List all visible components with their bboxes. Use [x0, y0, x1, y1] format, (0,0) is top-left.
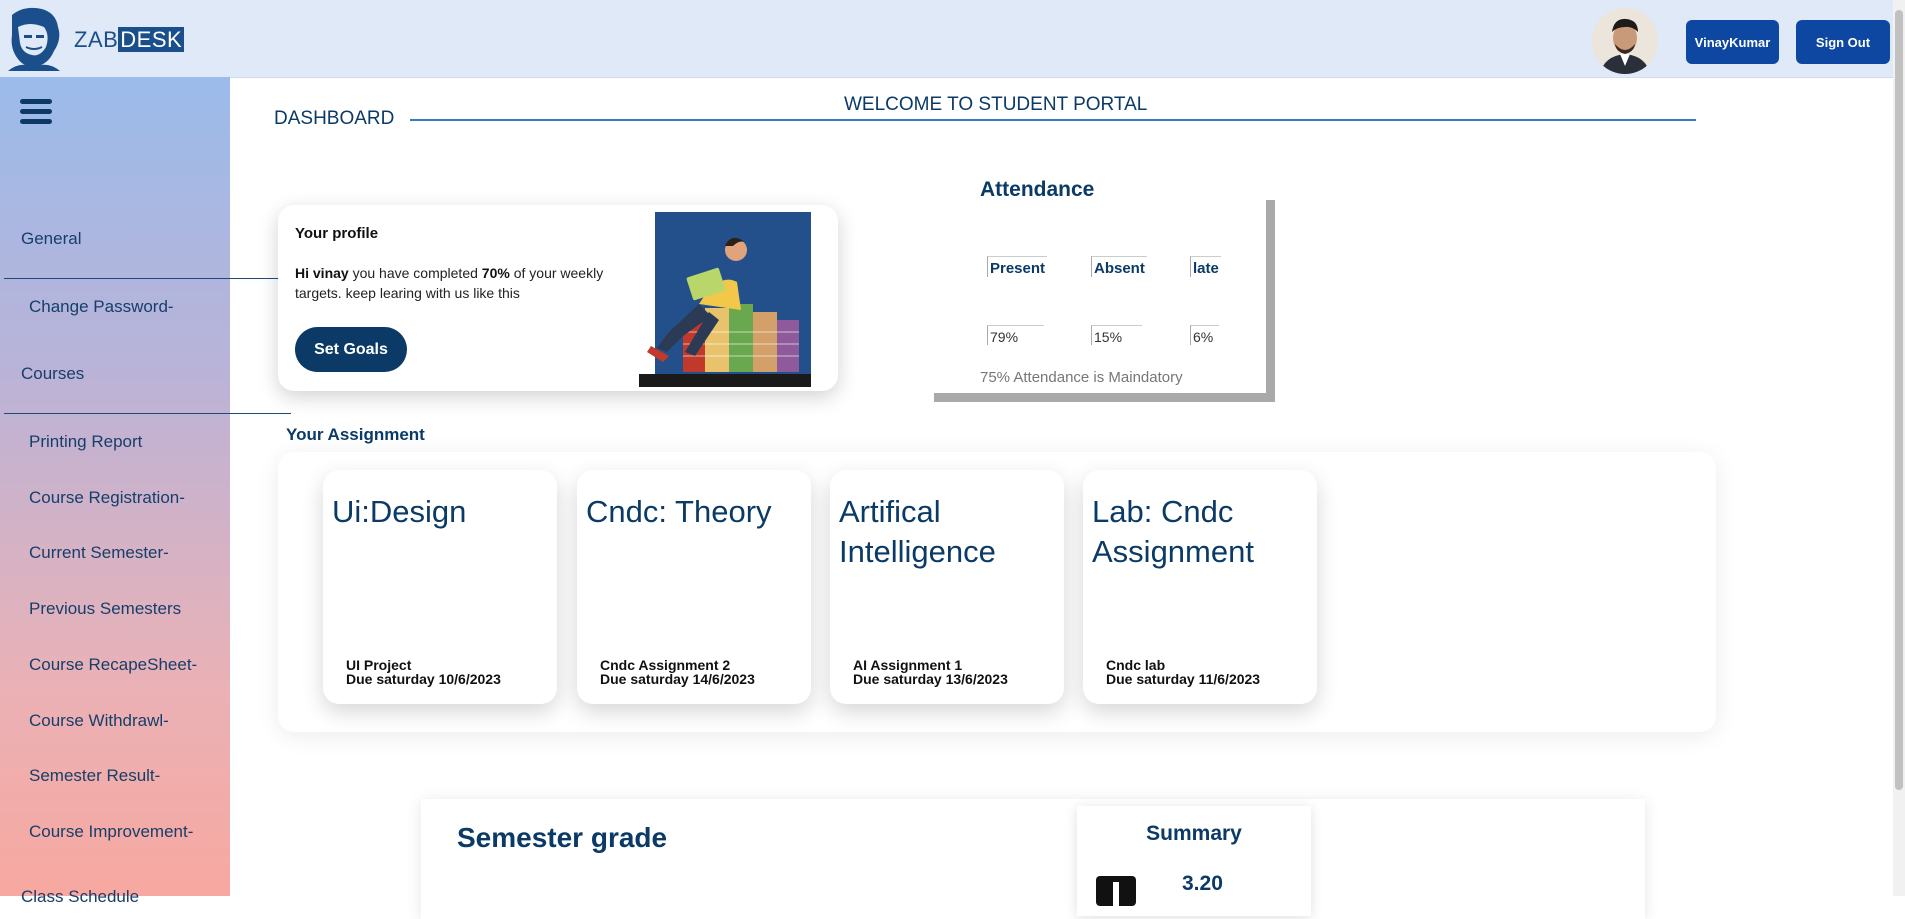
zabdesk-logo[interactable]: ZABDESK — [4, 5, 185, 73]
assignment-title: Cndc: Theory — [586, 494, 772, 529]
profile-greeting: Hi vinay — [295, 265, 349, 281]
founder-portrait-icon — [8, 7, 60, 71]
assignment-name: AI Assignment 1 — [853, 657, 963, 673]
sidebar-item-semester-result[interactable]: Semester Result- — [29, 766, 160, 786]
assignment-title: Artifical Intelligence — [839, 494, 996, 569]
assignments-title: Your Assignment — [286, 425, 425, 444]
assignment-due: Due saturday 11/6/2023 — [1106, 671, 1261, 687]
sidebar-item-printing-report[interactable]: Printing Report — [29, 432, 142, 452]
sidebar-item-current-semester[interactable]: Current Semester- — [29, 543, 169, 563]
sidebar-item-course-improvement[interactable]: Course Improvement- — [29, 822, 193, 842]
profile-title: Your profile — [295, 225, 379, 242]
logo-text-zab: ZAB — [74, 27, 119, 52]
assignment-title: Lab: Cndc Assignment — [1092, 494, 1254, 569]
user-avatar[interactable] — [1592, 8, 1658, 74]
assignment-details: Cndc lab Due saturday 11/6/2023 — [1106, 658, 1260, 686]
download-icon[interactable] — [1096, 876, 1136, 906]
attendance-value-late: 6% — [1190, 325, 1219, 345]
hamburger-menu-icon[interactable] — [20, 99, 52, 129]
assignment-due: Due saturday 10/6/2023 — [346, 671, 501, 687]
assignment-name: Cndc lab — [1106, 657, 1166, 673]
page-title: DASHBOARD — [274, 108, 395, 129]
assignment-card[interactable]: Artifical Intelligence AI Assignment 1 Du… — [830, 470, 1064, 704]
assignment-title: Ui:Design — [332, 494, 467, 529]
assignment-details: AI Assignment 1 Due saturday 13/6/2023 — [853, 658, 1008, 686]
user-photo-icon — [1592, 8, 1658, 74]
set-goals-button[interactable]: Set Goals — [295, 327, 407, 372]
attendance-value-absent: 15% — [1091, 325, 1142, 345]
profile-card: Your profile Hi vinay you have completed… — [278, 205, 838, 391]
attendance-title: Attendance — [980, 178, 1095, 201]
profile-text-mid: you have completed — [348, 265, 482, 281]
welcome-heading: WELCOME TO STUDENT PORTAL — [844, 94, 1148, 115]
sidebar-item-courses[interactable]: Courses — [21, 364, 84, 384]
profile-progress-text: Hi vinay you have completed 70% of your … — [295, 263, 650, 303]
assignment-name: Cndc Assignment 2 — [600, 657, 731, 673]
sidebar-item-general[interactable]: General — [21, 229, 81, 249]
attendance-header-late: late — [1190, 256, 1221, 277]
profile-percent: 70% — [481, 265, 510, 281]
page-scrollbar[interactable] — [1893, 0, 1905, 896]
attendance-header-present: Present — [987, 256, 1048, 277]
top-bar: ZABDESK VinayKumar Sign Out — [0, 0, 1905, 78]
scrollbar-thumb[interactable] — [1895, 10, 1903, 790]
student-reading-illustration — [639, 212, 811, 387]
semester-grade-panel — [421, 799, 1645, 919]
attendance-shadow — [1266, 200, 1275, 402]
assignment-card[interactable]: Ui:Design UI Project Due saturday 10/6/20… — [323, 470, 557, 704]
sign-out-button[interactable]: Sign Out — [1796, 20, 1890, 64]
sidebar: General Change Password- Courses Printin… — [0, 77, 230, 906]
summary-value: 3.20 — [1182, 872, 1223, 895]
attendance-shadow — [934, 393, 1275, 402]
sidebar-item-course-recapesheet[interactable]: Course RecapeSheet- — [29, 655, 197, 675]
assignment-details: Cndc Assignment 2 Due saturday 14/6/2023 — [600, 658, 755, 686]
title-divider — [410, 119, 1696, 121]
semester-grade-title: Semester grade — [457, 822, 668, 853]
attendance-header-absent: Absent — [1091, 256, 1147, 277]
assignment-name: UI Project — [346, 657, 412, 673]
assignment-due: Due saturday 13/6/2023 — [853, 671, 1008, 687]
sidebar-item-previous-semesters[interactable]: Previous Semesters — [29, 599, 181, 619]
sidebar-divider — [4, 413, 291, 414]
summary-title: Summary — [1146, 822, 1242, 845]
sidebar-item-class-schedule[interactable]: Class Schedule — [21, 887, 139, 907]
assignment-due: Due saturday 14/6/2023 — [600, 671, 755, 687]
assignment-details: UI Project Due saturday 10/6/2023 — [346, 658, 501, 686]
logo-text-desk: DESK — [118, 27, 185, 52]
sidebar-item-course-registration[interactable]: Course Registration- — [29, 488, 185, 508]
attendance-note: 75% Attendance is Maindatory — [980, 369, 1183, 386]
user-name-button[interactable]: VinayKumar — [1686, 20, 1779, 64]
sidebar-divider — [4, 278, 291, 279]
attendance-value-present: 79% — [987, 325, 1044, 345]
assignment-card[interactable]: Cndc: Theory Cndc Assignment 2 Due saturd… — [577, 470, 811, 704]
assignment-card[interactable]: Lab: Cndc Assignment Cndc lab Due saturda… — [1083, 470, 1317, 704]
sidebar-item-change-password[interactable]: Change Password- — [29, 297, 174, 317]
sidebar-item-course-withdrawl[interactable]: Course Withdrawl- — [29, 711, 169, 731]
logo-text: ZABDESK — [74, 27, 185, 53]
